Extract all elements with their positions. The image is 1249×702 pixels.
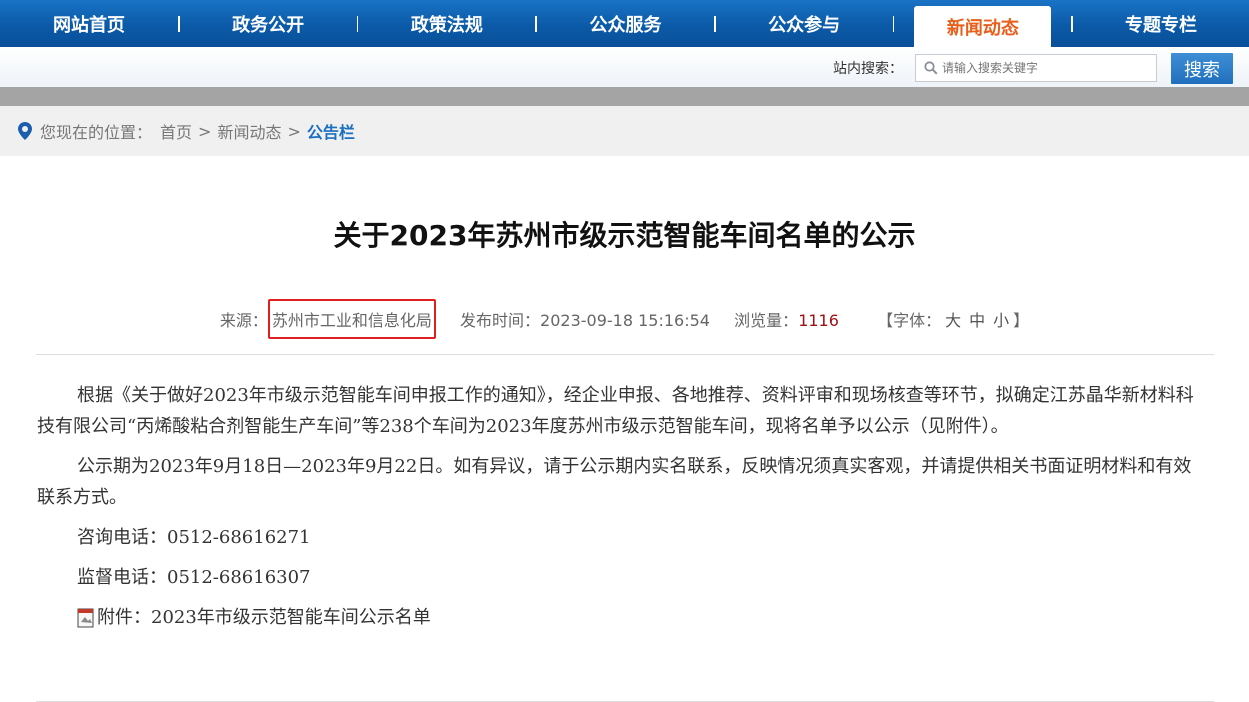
attachment-link[interactable]: 附件：2023年市级示范智能车间公示名单 xyxy=(97,602,431,633)
publish-time-label: 发布时间： xyxy=(460,311,541,330)
search-icon xyxy=(924,61,938,75)
header-divider-band xyxy=(0,87,1249,106)
nav-label: 公众服务 xyxy=(589,14,662,36)
search-button[interactable]: 搜索 xyxy=(1171,53,1233,84)
attachment[interactable]: 附件：2023年市级示范智能车间公示名单 xyxy=(37,602,1200,633)
article-paragraph: 根据《关于做好2023年市级示范智能车间申报工作的通知》，经企业申报、各地推荐、… xyxy=(37,385,1194,437)
source-value: 苏州市工业和信息化局 xyxy=(267,299,436,339)
breadcrumb: 您现在的位置： 首页 > 新闻动态 > 公告栏 xyxy=(0,106,1249,156)
breadcrumb-prefix: 您现在的位置： xyxy=(40,123,153,142)
nav-item-policies[interactable]: 政策法规 xyxy=(358,0,535,47)
breadcrumb-home-link[interactable]: 首页 xyxy=(160,119,192,143)
source-label: 来源： xyxy=(219,311,268,330)
breadcrumb-separator: > xyxy=(287,121,301,141)
nav-label: 网站首页 xyxy=(53,14,125,36)
nav-item-home[interactable]: 网站首页 xyxy=(0,0,178,47)
article-paragraph: 公示期为2023年9月18日—2023年9月22日。如有异议，请于公示期内实名联… xyxy=(37,456,1192,508)
nav-item-special-topics[interactable]: 专题专栏 xyxy=(1073,0,1249,47)
consult-phone: 咨询电话：0512-68616271 xyxy=(77,527,311,548)
font-size-large-button[interactable]: 大 xyxy=(945,311,961,330)
font-size-medium-button[interactable]: 中 xyxy=(969,311,985,330)
nav-label: 公众参与 xyxy=(768,14,841,36)
nav-separator xyxy=(892,15,895,32)
font-size-label-close: 】 xyxy=(1013,311,1030,330)
meta-divider xyxy=(36,354,1214,355)
search-box[interactable] xyxy=(915,54,1157,82)
nav-label: 专题专栏 xyxy=(1125,14,1198,36)
font-size-small-button[interactable]: 小 xyxy=(993,311,1009,330)
article-meta: 来源： 苏州市工业和信息化局 发布时间：2023-09-18 15:16:54 浏… xyxy=(0,299,1249,339)
search-bar: 站内搜索： 搜索 xyxy=(0,47,1249,87)
search-label: 站内搜索： xyxy=(833,61,903,77)
views-label: 浏览量： xyxy=(734,311,799,330)
breadcrumb-section-link[interactable]: 新闻动态 xyxy=(217,119,281,143)
nav-label: 政策法规 xyxy=(410,14,483,36)
nav-item-news[interactable]: 新闻动态 xyxy=(914,6,1052,47)
main-nav: 网站首页 政务公开 政策法规 公众服务 公众参与 新闻动态 专题专栏 xyxy=(0,0,1249,47)
nav-item-government-affairs[interactable]: 政务公开 xyxy=(180,0,357,47)
nav-item-public-service[interactable]: 公众服务 xyxy=(537,0,714,47)
breadcrumb-separator: > xyxy=(198,121,212,141)
nav-item-public-participation[interactable]: 公众参与 xyxy=(716,0,893,47)
font-size-label: 【字体： xyxy=(877,311,942,330)
views-count: 1116 xyxy=(798,311,839,330)
pdf-file-icon xyxy=(77,608,94,627)
article-body: 根据《关于做好2023年市级示范智能车间申报工作的通知》，经企业申报、各地推荐、… xyxy=(37,380,1200,633)
breadcrumb-current-link[interactable]: 公告栏 xyxy=(307,119,355,143)
publish-time-value: 2023-09-18 15:16:54 xyxy=(540,311,710,330)
search-input[interactable] xyxy=(942,56,1142,80)
supervision-phone: 监督电话：0512-68616307 xyxy=(77,567,311,588)
location-pin-icon xyxy=(18,122,32,140)
nav-label: 政务公开 xyxy=(232,14,305,36)
nav-label: 新闻动态 xyxy=(946,17,1019,39)
article-title: 关于2023年苏州市级示范智能车间名单的公示 xyxy=(333,219,916,252)
